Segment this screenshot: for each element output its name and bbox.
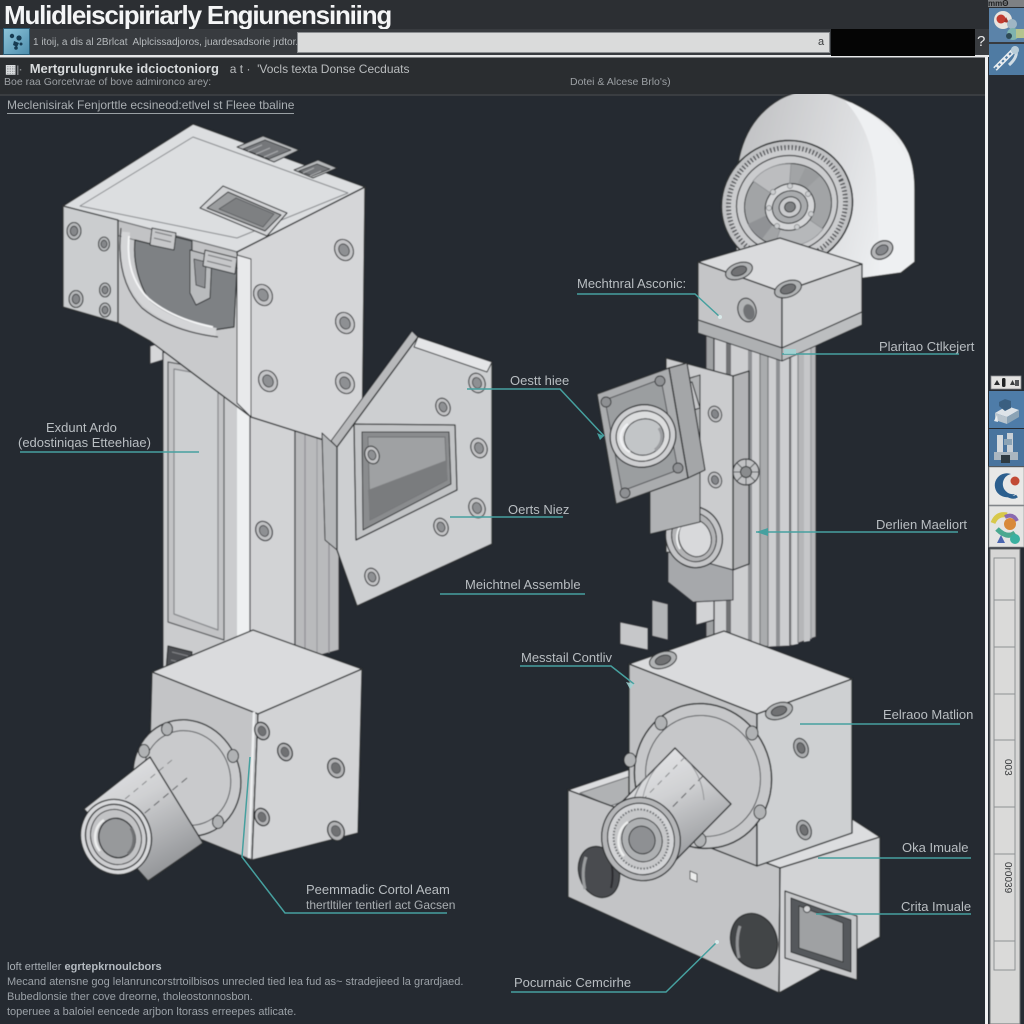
svg-text:0r0039: 0r0039: [1002, 862, 1013, 894]
svg-text:003: 003: [1002, 759, 1013, 776]
